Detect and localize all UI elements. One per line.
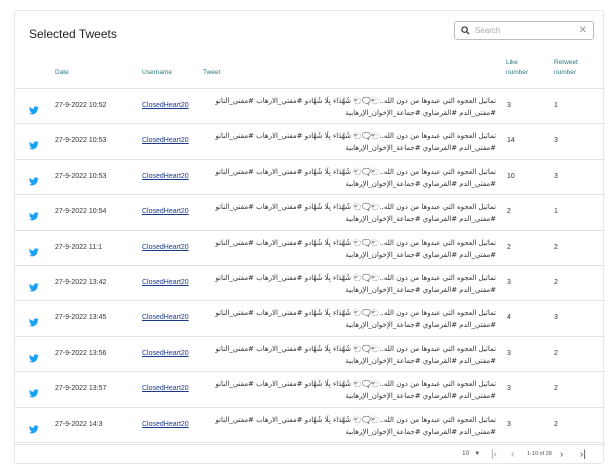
table-body: 27-9-2022 10:52 ClosedHeart20 تماثيل العجو…	[15, 89, 605, 443]
username-link[interactable]: ClosedHeart20	[142, 350, 189, 357]
like-count: 3	[507, 102, 511, 109]
clear-search-icon[interactable]: ✕	[579, 25, 587, 36]
tweet-date: 27-9-2022 13:45	[55, 314, 107, 322]
username-link[interactable]: ClosedHeart20	[142, 208, 189, 215]
like-count: 3	[507, 278, 511, 286]
retweet-count: 3	[554, 314, 558, 322]
retweet-count: 2	[554, 243, 558, 251]
like-count: 3	[507, 349, 511, 357]
table-row[interactable]: 27-9-2022 11:1 ClosedHeart20 تماثيل العجوه…	[15, 231, 605, 266]
selected-tweets-panel: Selected Tweets ✕ Date Username Tweet Li…	[14, 10, 605, 465]
tweet-text: تماثيل العجوه التي عبدوها من دون الله..🐑…	[215, 309, 496, 330]
page-title: Selected Tweets	[29, 27, 117, 41]
tweet-date: 27-9-2022 13:56	[55, 349, 107, 357]
username-link[interactable]: ClosedHeart20	[142, 279, 189, 286]
previous-page-button[interactable]: ‹	[511, 449, 514, 460]
like-count: 4	[507, 314, 511, 322]
tweet-text: تماثيل العجوه التي عبدوها من دون الله..🐑…	[215, 167, 496, 188]
page-range-label: 1-10 of 28	[527, 451, 552, 457]
like-count: 3	[507, 420, 511, 428]
tweet-text: تماثيل العجوه التي عبدوها من دون الله..🐑…	[215, 344, 496, 365]
tweet-date: 27-9-2022 11:1	[55, 243, 102, 251]
tweet-text: تماثيل العجوه التي عبدوها من دون الله..🐑…	[215, 380, 496, 401]
tweet-text: تماثيل العجوه التي عبدوها من دون الله..🐑…	[215, 132, 496, 153]
next-page-button[interactable]: ›	[560, 449, 563, 460]
column-header-like-number[interactable]: Like number	[506, 58, 540, 78]
first-page-button[interactable]: |‹	[491, 449, 497, 460]
twitter-bird-icon	[28, 173, 39, 191]
twitter-bird-icon	[28, 102, 39, 120]
username-link[interactable]: ClosedHeart20	[142, 173, 189, 180]
column-header-retweet-number[interactable]: Retweet number	[554, 58, 588, 78]
table-row[interactable]: 27-9-2022 10:53 ClosedHeart20 تماثيل العجو…	[15, 160, 605, 196]
tweet-text: تماثيل العجوه التي عبدوها من دون الله..🐑…	[215, 238, 496, 259]
dropdown-caret-icon: ▼	[474, 450, 481, 457]
tweet-text: تماثيل العجوه التي عبدوها من دون الله..🐑…	[215, 415, 496, 436]
tweet-date: 27-9-2022 10:53	[55, 137, 107, 145]
twitter-bird-icon	[28, 279, 39, 297]
table-pagination: 10 ▼ |‹ ‹ 1-10 of 28 › ›|	[15, 444, 605, 465]
username-link[interactable]: ClosedHeart20	[142, 385, 189, 392]
like-count: 3	[507, 385, 511, 393]
tweet-text: تماثيل العجوه التي عبدوها من دون الله..🐑…	[215, 203, 496, 224]
twitter-bird-icon	[28, 137, 39, 155]
table-row[interactable]: 27-9-2022 10:53 ClosedHeart20 تماثيل العجو…	[15, 124, 605, 160]
tweet-text: تماثيل العجوه التي عبدوها من دون الله..🐑…	[215, 97, 496, 117]
table-row[interactable]: 27-9-2022 10:52 ClosedHeart20 تماثيل العجو…	[15, 89, 605, 125]
retweet-count: 2	[554, 278, 558, 286]
twitter-bird-icon	[28, 244, 39, 262]
table-row[interactable]: 27-9-2022 13:56 ClosedHeart20 تماثيل العجو…	[15, 337, 605, 373]
retweet-count: 1	[554, 208, 558, 216]
search-icon	[461, 26, 470, 35]
retweet-count: 2	[554, 385, 558, 393]
like-count: 14	[507, 137, 515, 145]
retweet-count: 3	[554, 137, 558, 145]
twitter-bird-icon	[28, 350, 39, 368]
like-count: 10	[507, 172, 515, 180]
tweet-text: تماثيل العجوه التي عبدوها من دون الله..🐑…	[215, 273, 496, 294]
table-header: Date Username Tweet Like number Retweet …	[15, 55, 605, 89]
search-box[interactable]: ✕	[454, 21, 594, 40]
twitter-bird-icon	[28, 208, 39, 226]
username-link[interactable]: ClosedHeart20	[142, 102, 189, 109]
username-link[interactable]: ClosedHeart20	[142, 421, 189, 428]
search-input[interactable]	[475, 26, 565, 35]
retweet-count: 2	[554, 420, 558, 428]
table-row[interactable]: 27-9-2022 14:3 ClosedHeart20 تماثيل العجوه…	[15, 408, 605, 443]
tweet-date: 27-9-2022 14:3	[55, 420, 103, 428]
last-page-button[interactable]: ›|	[580, 449, 586, 460]
tweet-date: 27-9-2022 10:53	[55, 172, 107, 180]
twitter-bird-icon	[28, 385, 39, 403]
column-header-date[interactable]: Date	[55, 68, 69, 78]
tweet-date: 27-9-2022 13:42	[55, 278, 107, 286]
retweet-count: 3	[554, 172, 558, 180]
rows-per-page-value: 10	[462, 450, 470, 457]
table-row[interactable]: 27-9-2022 13:57 ClosedHeart20 تماثيل العجو…	[15, 372, 605, 408]
username-link[interactable]: ClosedHeart20	[142, 137, 189, 144]
column-header-username[interactable]: Username	[142, 68, 172, 78]
username-link[interactable]: ClosedHeart20	[142, 244, 189, 251]
retweet-count: 2	[554, 349, 558, 357]
rows-per-page-select[interactable]: 10 ▼	[462, 450, 480, 457]
table-row[interactable]: 27-9-2022 13:42 ClosedHeart20 تماثيل العجو…	[15, 266, 605, 302]
retweet-count: 1	[554, 102, 558, 109]
table-row[interactable]: 27-9-2022 10:54 ClosedHeart20 تماثيل العجو…	[15, 195, 605, 231]
tweet-date: 27-9-2022 13:57	[55, 385, 107, 393]
table-row[interactable]: 27-9-2022 13:45 ClosedHeart20 تماثيل العجو…	[15, 301, 605, 337]
like-count: 2	[507, 208, 511, 216]
column-header-tweet[interactable]: Tweet	[203, 68, 220, 78]
twitter-bird-icon	[28, 421, 39, 439]
like-count: 2	[507, 243, 511, 251]
tweet-date: 27-9-2022 10:54	[55, 208, 107, 216]
twitter-bird-icon	[28, 314, 39, 332]
username-link[interactable]: ClosedHeart20	[142, 314, 189, 321]
tweet-date: 27-9-2022 10:52	[55, 102, 107, 109]
